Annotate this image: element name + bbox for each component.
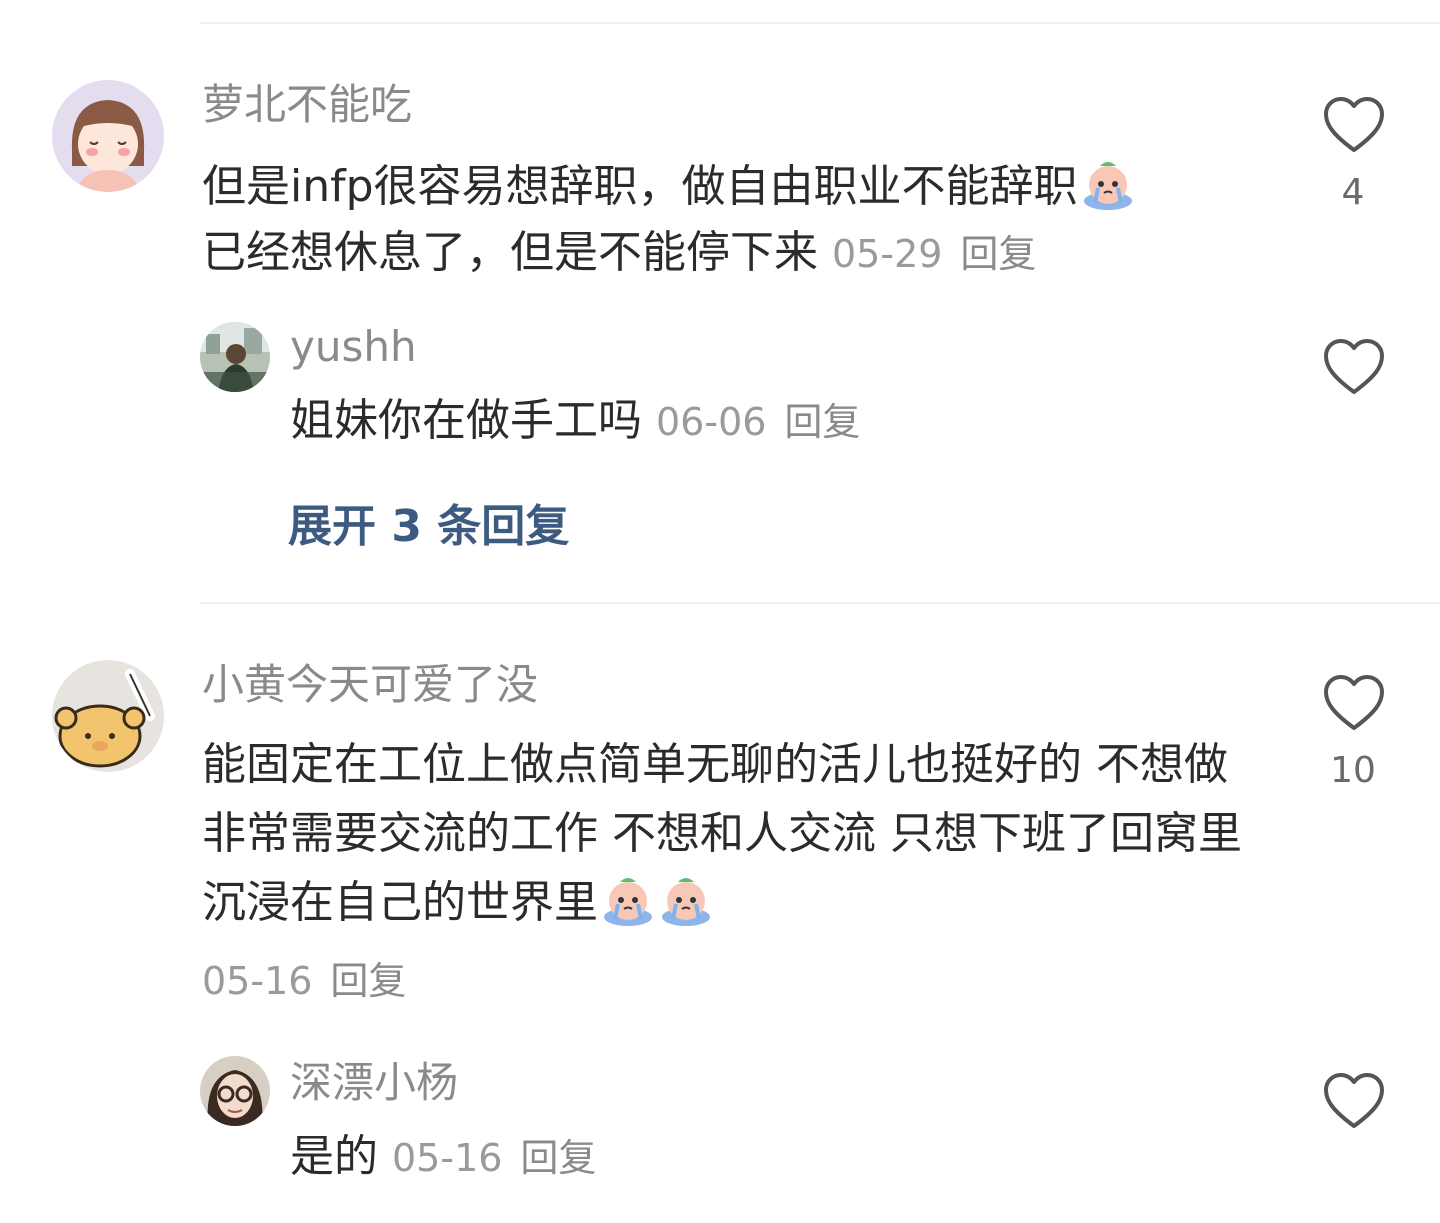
crying-emoji-icon bbox=[658, 871, 714, 927]
like-count: 10 bbox=[1330, 750, 1376, 791]
comment-text: 能固定在工位上做点简单无聊的活儿也挺好的 不想做非常需要交流的工作 不想和人交流… bbox=[202, 739, 1242, 928]
like-button[interactable] bbox=[1322, 674, 1386, 732]
comment-username[interactable]: 萝北不能吃 bbox=[202, 80, 412, 130]
reply-content: 姐妹你在做手工吗 06-06 回复 bbox=[290, 388, 860, 455]
heart-icon bbox=[1324, 1073, 1384, 1128]
reply-text: 是的 bbox=[290, 1131, 378, 1182]
comment-text-line: 已经想休息了，但是不能停下来 bbox=[202, 227, 818, 278]
crying-emoji-icon bbox=[600, 871, 656, 927]
reply-button[interactable]: 回复 bbox=[520, 1136, 596, 1180]
heart-icon bbox=[1324, 675, 1384, 730]
comment-text-line: 但是infp很容易想辞职，做自由职业不能辞职 bbox=[202, 161, 1078, 212]
comment-username[interactable]: 小黄今天可爱了没 bbox=[202, 660, 538, 710]
like-button[interactable] bbox=[1322, 96, 1386, 154]
reply-button[interactable]: 回复 bbox=[330, 959, 406, 1003]
comment-divider bbox=[200, 602, 1440, 604]
reply-username[interactable]: 深漂小杨 bbox=[290, 1058, 458, 1108]
like-button[interactable] bbox=[1322, 1072, 1386, 1130]
top-divider bbox=[200, 22, 1440, 24]
heart-icon bbox=[1324, 339, 1384, 394]
reply-content: 是的 05-16 回复 bbox=[290, 1124, 596, 1191]
comment-content: 能固定在工位上做点简单无聊的活儿也挺好的 不想做非常需要交流的工作 不想和人交流… bbox=[202, 730, 1252, 937]
heart-icon bbox=[1324, 97, 1384, 152]
reply-date: 05-16 bbox=[392, 1136, 503, 1180]
reply-button[interactable]: 回复 bbox=[784, 400, 860, 444]
reply-username[interactable]: yushh bbox=[290, 322, 417, 372]
like-button[interactable] bbox=[1322, 338, 1386, 396]
crying-emoji-icon bbox=[1080, 155, 1136, 211]
comment-meta: 05-16 回复 bbox=[202, 950, 406, 1005]
reply-button[interactable]: 回复 bbox=[960, 232, 1036, 276]
reply-text: 姐妹你在做手工吗 bbox=[290, 395, 642, 446]
avatar[interactable] bbox=[52, 660, 164, 772]
comment-date: 05-16 bbox=[202, 959, 313, 1003]
reply-date: 06-06 bbox=[656, 400, 767, 444]
like-count: 4 bbox=[1341, 172, 1365, 213]
comment-date: 05-29 bbox=[832, 232, 943, 276]
avatar[interactable] bbox=[200, 1056, 270, 1126]
avatar[interactable] bbox=[52, 80, 164, 192]
comment-content: 但是infp很容易想辞职，做自由职业不能辞职 已经想休息了，但是不能停下来 05… bbox=[202, 154, 1282, 287]
avatar[interactable] bbox=[200, 322, 270, 392]
expand-replies-button[interactable]: 展开 3 条回复 bbox=[288, 490, 569, 554]
